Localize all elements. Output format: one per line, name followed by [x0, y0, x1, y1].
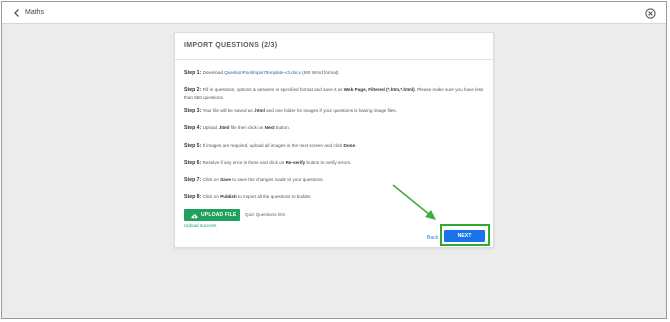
- step-label: Step 2:: [184, 87, 202, 94]
- step-text: Publish: [220, 194, 237, 200]
- step-text: Your file will be saved as: [201, 108, 254, 114]
- step-text: Upload: [201, 125, 219, 131]
- step-text: Re-verify: [285, 159, 306, 165]
- step-text: Click on: [201, 176, 221, 182]
- step-label: Step 6:: [184, 159, 202, 166]
- upload-file-label: UPLOAD FILE: [201, 212, 237, 218]
- cloud-upload-icon: [191, 212, 198, 219]
- step-text: Done: [343, 142, 356, 148]
- step-3: Step 3: Your file will be saved as .html…: [184, 107, 484, 115]
- step-text: button to verify errors.: [305, 159, 352, 165]
- step-6: Step 6: Resolve if any error is there an…: [184, 159, 484, 167]
- step-4: Step 4: Upload .html file then click on …: [184, 124, 484, 132]
- step-text: Save: [220, 176, 231, 182]
- pointer-arrow-icon: [392, 184, 436, 220]
- step-text: to import all the questions to builder.: [236, 194, 312, 200]
- step-text: and one folder for images if your questi…: [264, 108, 397, 114]
- step-2: Step 2: Fill in questions, options & ans…: [184, 86, 484, 101]
- back-link[interactable]: Back: [427, 235, 438, 241]
- step-text: file then click on: [229, 125, 265, 131]
- divider: [175, 59, 493, 60]
- import-dialog: IMPORT QUESTIONS (2/3) Step 1: Download …: [174, 32, 494, 248]
- step-text: button.: [274, 125, 290, 131]
- step-text: (MS Word format): [300, 70, 339, 75]
- step-text: .: [355, 142, 357, 148]
- step-text: .html: [218, 125, 230, 131]
- step-5: Step 5: If images are required, upload a…: [184, 142, 484, 150]
- step-text: Next: [264, 125, 275, 131]
- step-text: Fill in questions, options & answers in …: [201, 87, 344, 93]
- step-text: Download: [201, 70, 225, 75]
- step-text: Click on: [201, 194, 221, 200]
- template-download-link[interactable]: QuestionPoolImportTemplate-v3.docx: [224, 70, 301, 75]
- page-title: Maths: [25, 9, 45, 16]
- step-label: Step 1:: [184, 70, 202, 76]
- step-text: to save the changes made to your questio…: [230, 176, 324, 182]
- upload-status: Upload success: [184, 223, 217, 228]
- step-1: Step 1: Download QuestionPoolImportTempl…: [184, 69, 484, 77]
- top-bar: Maths: [2, 2, 666, 24]
- step-text: .html: [253, 108, 265, 114]
- upload-file-button[interactable]: UPLOAD FILE: [184, 209, 240, 221]
- close-circle-icon[interactable]: [645, 6, 656, 19]
- uploaded-file-name: Quiz Questions.htm: [245, 212, 286, 217]
- step-label: Step 8:: [184, 194, 202, 201]
- chevron-left-icon[interactable]: [11, 6, 23, 18]
- step-label: Step 3:: [184, 108, 202, 115]
- step-text: If images are required, upload all image…: [201, 142, 344, 148]
- step-label: Step 7:: [184, 176, 202, 183]
- step-text: Resolve if any error is there and click …: [201, 159, 286, 165]
- app-window: Maths IMPORT QUESTIONS (2/3) Step 1: Dow…: [1, 1, 667, 319]
- step-label: Step 4:: [184, 125, 202, 132]
- next-button[interactable]: NEXT: [444, 230, 485, 242]
- step-label: Step 5:: [184, 142, 202, 149]
- step-text: Web Page, Filtered (*.htm,*.html): [343, 87, 415, 93]
- dialog-title: IMPORT QUESTIONS (2/3): [184, 42, 278, 49]
